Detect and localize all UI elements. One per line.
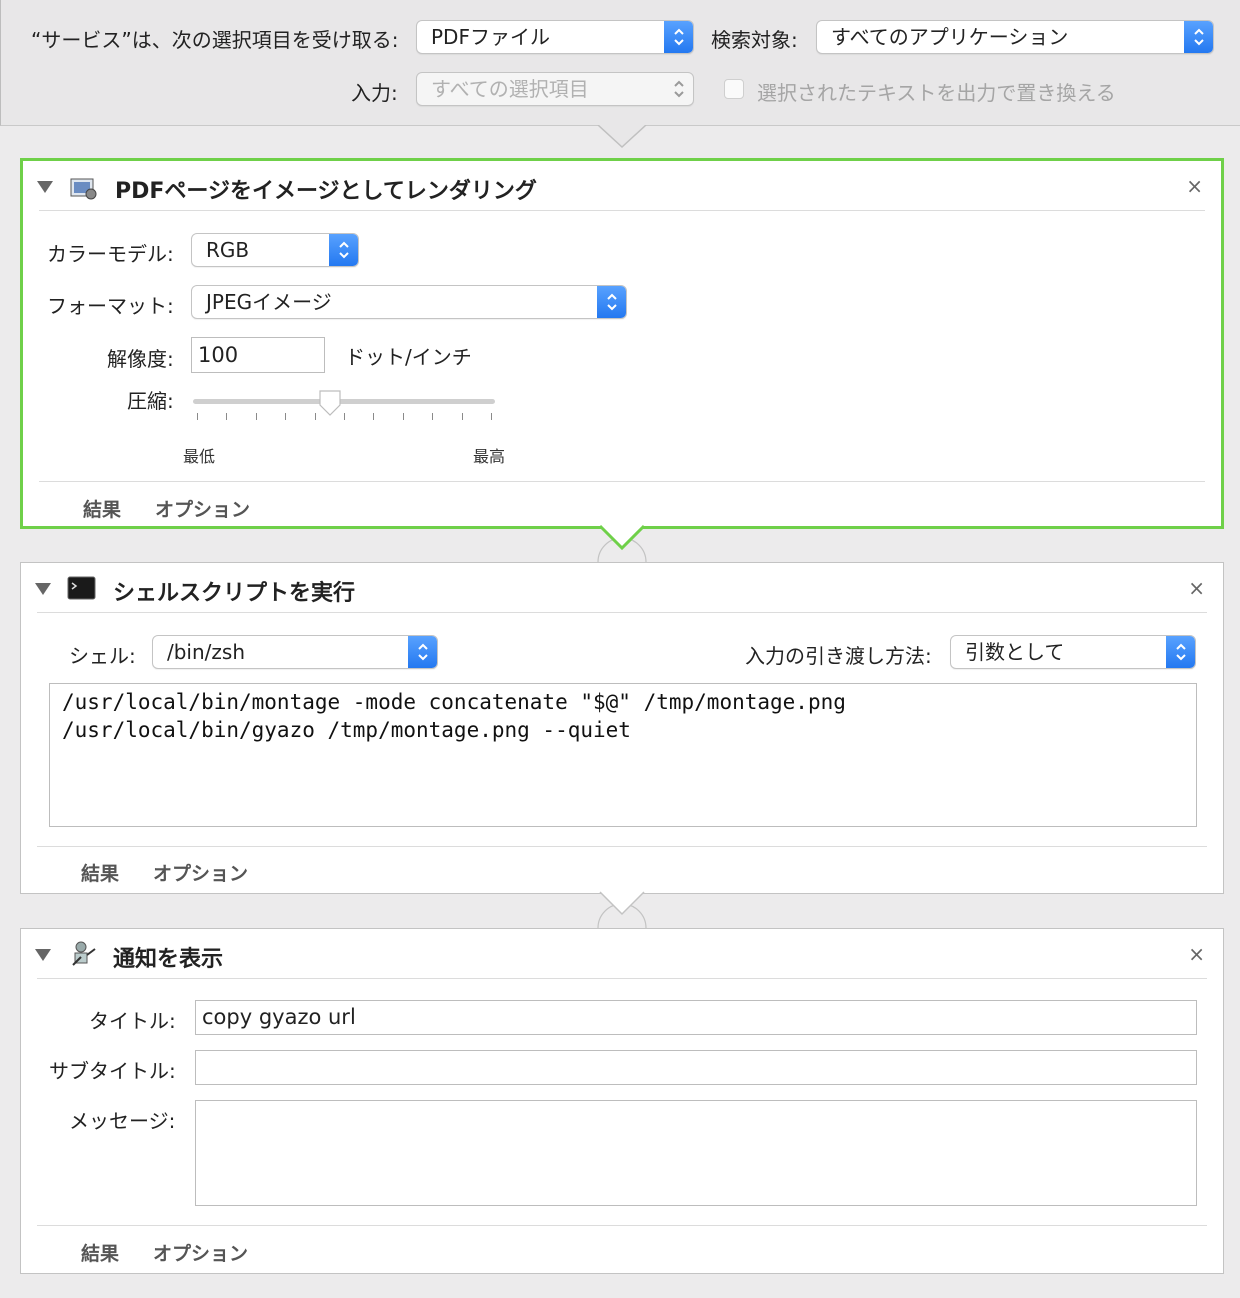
shell-value: /bin/zsh bbox=[167, 640, 245, 664]
divider bbox=[37, 846, 1207, 847]
slider-tick bbox=[314, 413, 316, 420]
action-run-shell-script[interactable]: シェルスクリプトを実行 × シェル: /bin/zsh 入力の引き渡し方法: 引… bbox=[20, 562, 1224, 894]
slider-knob-icon[interactable] bbox=[318, 389, 342, 417]
results-tab[interactable]: 結果 bbox=[81, 859, 119, 886]
service-input-type-value: PDFファイル bbox=[431, 25, 550, 49]
popup-stepper-icon bbox=[1184, 21, 1213, 53]
options-tab[interactable]: オプション bbox=[153, 1239, 248, 1266]
search-target-label: 検索対象: bbox=[711, 28, 798, 52]
divider bbox=[39, 210, 1205, 211]
resolution-unit-label: ドット/インチ bbox=[345, 345, 472, 369]
notification-title-input[interactable]: copy gyazo url bbox=[195, 1000, 1197, 1035]
shell-popup[interactable]: /bin/zsh bbox=[152, 635, 438, 669]
action-title: シェルスクリプトを実行 bbox=[113, 581, 356, 606]
search-target-popup[interactable]: すべてのアプリケーション bbox=[816, 20, 1214, 54]
notification-subtitle-label: サブタイトル: bbox=[49, 1059, 176, 1083]
pass-input-label: 入力の引き渡し方法: bbox=[745, 644, 932, 668]
popup-stepper-icon bbox=[597, 286, 626, 318]
replace-text-checkbox[interactable] bbox=[724, 79, 744, 99]
slider-tick bbox=[344, 413, 345, 420]
compression-slider[interactable] bbox=[193, 389, 495, 429]
slider-tick bbox=[461, 413, 463, 420]
format-popup[interactable]: JPEGイメージ bbox=[191, 285, 627, 319]
popup-stepper-icon bbox=[664, 73, 693, 105]
compression-label: 圧縮: bbox=[127, 389, 174, 413]
options-tab[interactable]: オプション bbox=[153, 859, 248, 886]
search-target-value: すべてのアプリケーション bbox=[831, 25, 1069, 49]
slider-tick bbox=[491, 413, 492, 420]
action-display-notification[interactable]: 通知を表示 × タイトル: copy gyazo url サブタイトル: メッセ… bbox=[20, 928, 1224, 1274]
options-tab[interactable]: オプション bbox=[155, 495, 250, 522]
popup-stepper-icon bbox=[408, 636, 437, 668]
action-title: PDFページをイメージとしてレンダリング bbox=[115, 179, 537, 204]
service-receives-label: “サービス”は、次の選択項目を受け取る: bbox=[31, 28, 399, 52]
disclosure-triangle-icon[interactable] bbox=[37, 181, 53, 193]
divider bbox=[37, 978, 1207, 979]
popup-stepper-icon bbox=[1166, 636, 1195, 668]
script-editor[interactable]: /usr/local/bin/montage -mode concatenate… bbox=[49, 683, 1197, 827]
close-icon[interactable]: × bbox=[1186, 174, 1203, 198]
action-render-pdf-pages[interactable]: PDFページをイメージとしてレンダリング × カラーモデル: RGB フォーマッ… bbox=[20, 158, 1224, 529]
divider bbox=[37, 1225, 1207, 1226]
script-line: /usr/local/bin/gyazo /tmp/montage.png --… bbox=[62, 718, 631, 742]
color-model-popup[interactable]: RGB bbox=[191, 233, 359, 267]
shell-label: シェル: bbox=[69, 644, 136, 668]
results-tab[interactable]: 結果 bbox=[81, 1239, 119, 1266]
resolution-label: 解像度: bbox=[107, 347, 174, 371]
disclosure-triangle-icon[interactable] bbox=[35, 949, 51, 961]
notification-subtitle-input[interactable] bbox=[195, 1050, 1197, 1085]
notification-message-label: メッセージ: bbox=[69, 1109, 176, 1133]
close-icon[interactable]: × bbox=[1188, 576, 1205, 600]
slider-track bbox=[193, 399, 495, 404]
slider-max-label: 最高 bbox=[473, 447, 506, 466]
pdf-render-icon bbox=[70, 178, 97, 200]
slider-tick bbox=[402, 413, 404, 420]
workflow-header: “サービス”は、次の選択項目を受け取る: PDFファイル 検索対象: すべてのア… bbox=[0, 0, 1240, 126]
input-label: 入力: bbox=[351, 81, 398, 105]
slider-tick bbox=[197, 413, 198, 420]
results-tab[interactable]: 結果 bbox=[83, 495, 121, 522]
slider-tick bbox=[255, 413, 257, 420]
disclosure-triangle-icon[interactable] bbox=[35, 583, 51, 595]
notification-message-input[interactable] bbox=[195, 1100, 1197, 1206]
slider-tick bbox=[285, 413, 287, 420]
input-selection-popup[interactable]: すべての選択項目 bbox=[416, 72, 694, 106]
slider-tick bbox=[373, 413, 375, 420]
format-value: JPEGイメージ bbox=[206, 290, 332, 314]
color-model-value: RGB bbox=[206, 238, 250, 262]
replace-text-label: 選択されたテキストを出力で置き換える bbox=[757, 81, 1116, 105]
slider-min-label: 最低 bbox=[183, 447, 216, 466]
header-connector-icon bbox=[597, 125, 647, 149]
action-connector-icon bbox=[597, 524, 647, 563]
input-selection-value: すべての選択項目 bbox=[431, 77, 589, 101]
divider bbox=[39, 481, 1205, 482]
notification-robot-icon bbox=[72, 941, 96, 966]
pass-input-value: 引数として bbox=[965, 640, 1065, 664]
action-connector-icon bbox=[597, 891, 647, 929]
divider bbox=[37, 612, 1207, 613]
popup-stepper-icon bbox=[329, 234, 358, 266]
pass-input-popup[interactable]: 引数として bbox=[950, 635, 1196, 669]
action-title: 通知を表示 bbox=[113, 947, 224, 972]
script-line: /usr/local/bin/montage -mode concatenate… bbox=[62, 690, 846, 714]
slider-ticks bbox=[193, 413, 495, 421]
color-model-label: カラーモデル: bbox=[47, 242, 174, 266]
resolution-input[interactable]: 100 bbox=[191, 337, 325, 373]
format-label: フォーマット: bbox=[47, 294, 174, 318]
notification-title-label: タイトル: bbox=[89, 1009, 176, 1033]
service-input-type-popup[interactable]: PDFファイル bbox=[416, 20, 694, 54]
close-icon[interactable]: × bbox=[1188, 942, 1205, 966]
slider-tick bbox=[432, 413, 434, 420]
terminal-icon bbox=[67, 576, 96, 600]
popup-stepper-icon bbox=[664, 21, 693, 53]
slider-tick bbox=[226, 413, 228, 420]
